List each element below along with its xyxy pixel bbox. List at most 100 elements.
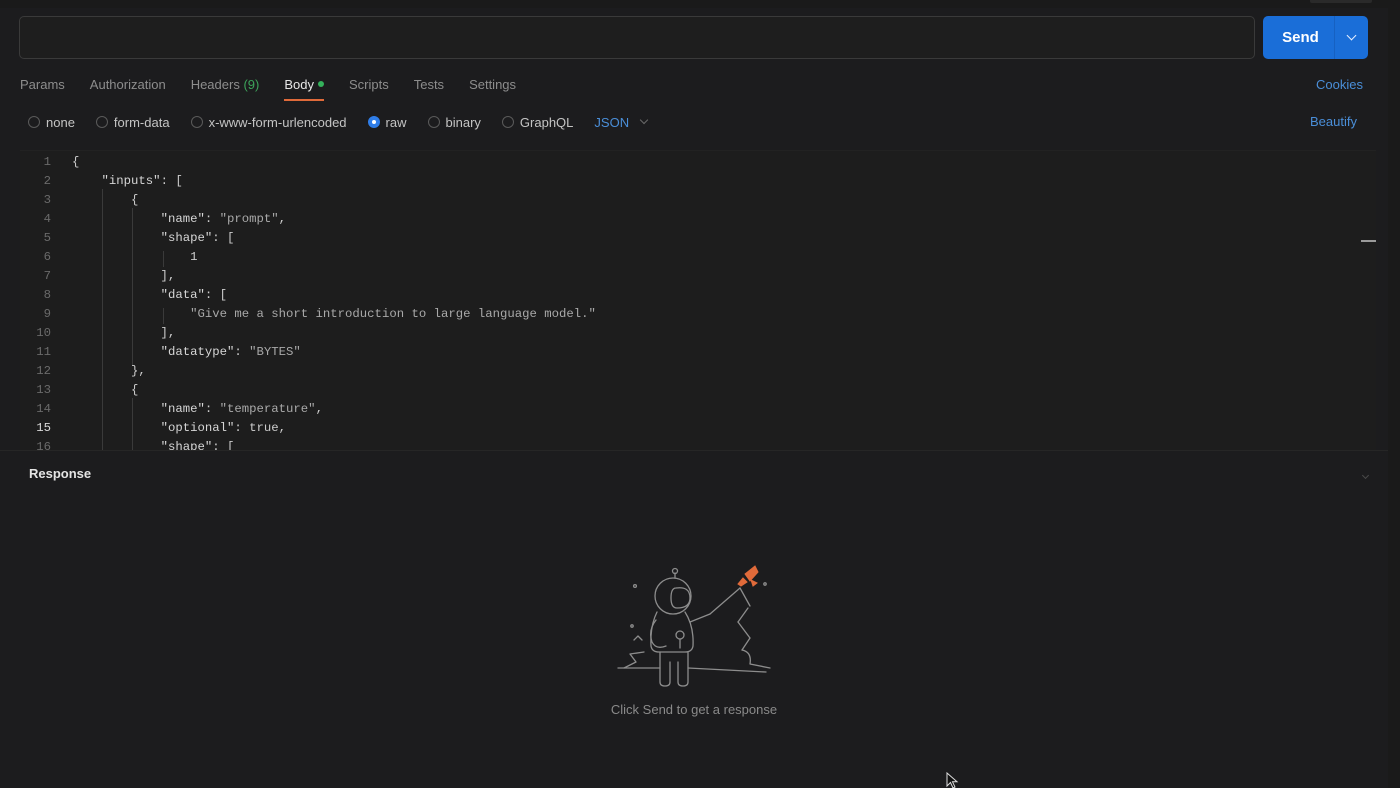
editor-line[interactable]: 14 "name": "temperature", <box>20 400 1376 419</box>
radio-icon <box>95 116 108 128</box>
body-type-label: GraphQL <box>519 114 574 130</box>
editor-line[interactable]: 6 1 <box>20 248 1376 267</box>
body-modified-dot <box>317 81 324 87</box>
tab-label: Params <box>20 77 65 92</box>
body-type-label: form-data <box>113 114 170 130</box>
editor-line[interactable]: 7 ], <box>20 267 1376 286</box>
editor-line[interactable]: 4 "name": "prompt", <box>20 210 1376 229</box>
line-number: 12 <box>36 364 51 378</box>
body-type-label: raw <box>385 114 407 130</box>
send-button-group: Send <box>1263 16 1368 59</box>
code-editor[interactable]: 1{2 "inputs": [3 {4 "name": "prompt", 5 "… <box>20 150 1376 450</box>
editor-scroll-marker[interactable] <box>1361 240 1376 242</box>
url-bar[interactable] <box>19 16 1255 59</box>
editor-line[interactable]: 11 "datatype": "BYTES" <box>20 343 1376 362</box>
headers-count: (9) <box>243 77 260 92</box>
url-input[interactable] <box>20 17 1254 58</box>
editor-line[interactable]: 3 { <box>20 191 1376 210</box>
code-text: "inputs": [ <box>101 174 183 188</box>
code-text: "shape": [ <box>160 231 235 245</box>
code-text: "datatype": "BYTES" <box>160 345 301 359</box>
code-text: { <box>72 155 80 169</box>
tab-headers[interactable]: Headers (9) <box>191 74 260 101</box>
code-text: "Give me a short introduction to large l… <box>190 307 596 321</box>
line-number: 6 <box>43 250 51 264</box>
pane-divider[interactable] <box>0 450 1400 451</box>
line-number: 14 <box>36 402 51 416</box>
editor-line[interactable]: 13 { <box>20 381 1376 400</box>
response-collapse-toggle[interactable] <box>1361 466 1370 481</box>
line-number: 5 <box>43 231 51 245</box>
radio-icon <box>28 116 40 128</box>
window-right-edge <box>1388 0 1400 788</box>
tab-settings[interactable]: Settings <box>469 74 516 101</box>
window-notch <box>1310 0 1372 3</box>
code-text: "optional": true, <box>160 421 287 435</box>
editor-line[interactable]: 15 "optional": true, <box>20 419 1376 438</box>
mouse-pointer-icon <box>946 771 960 788</box>
cookies-link[interactable]: Cookies <box>1316 77 1363 92</box>
code-text: }, <box>72 364 146 378</box>
request-tabs: Params Authorization Headers (9) Body Sc… <box>20 74 541 102</box>
chevron-down-icon <box>1346 30 1357 41</box>
tab-label: Authorization <box>89 77 166 92</box>
tab-scripts[interactable]: Scripts <box>349 74 389 101</box>
editor-line[interactable]: 10 ], <box>20 324 1376 343</box>
editor-line[interactable]: 2 "inputs": [ <box>20 172 1376 191</box>
line-number: 4 <box>43 212 51 226</box>
send-button[interactable]: Send <box>1263 16 1334 59</box>
line-number: 16 <box>36 440 51 450</box>
language-select[interactable]: JSON <box>594 114 649 130</box>
line-number: 8 <box>43 288 51 302</box>
tab-tests[interactable]: Tests <box>414 74 444 101</box>
send-options-dropdown[interactable] <box>1335 16 1368 59</box>
line-number: 15 <box>36 421 51 435</box>
body-type-selector: none form-data x-www-form-urlencoded raw… <box>28 113 649 131</box>
code-text: ], <box>72 326 176 340</box>
body-type-none[interactable]: none <box>28 115 75 130</box>
line-number: 9 <box>43 307 51 321</box>
editor-lines: 1{2 "inputs": [3 {4 "name": "prompt", 5 "… <box>20 153 1376 450</box>
radio-selected-icon <box>367 116 380 128</box>
body-type-graphql[interactable]: GraphQL <box>501 114 574 130</box>
code-text: { <box>72 193 139 207</box>
body-type-label: none <box>46 114 75 130</box>
editor-line[interactable]: 8 "data": [ <box>20 286 1376 305</box>
tab-label: Tests <box>413 77 445 92</box>
body-type-form-data[interactable]: form-data <box>95 114 170 130</box>
tab-authorization[interactable]: Authorization <box>90 74 166 101</box>
line-number: 13 <box>36 383 51 397</box>
tab-label: Body <box>284 77 314 92</box>
editor-line[interactable]: 1{ <box>20 153 1376 172</box>
line-number: 3 <box>43 193 51 207</box>
line-number: 7 <box>43 269 51 283</box>
body-type-raw[interactable]: raw <box>367 114 407 130</box>
response-heading: Response <box>29 466 92 481</box>
line-number: 10 <box>36 326 51 340</box>
editor-line[interactable]: 9 "Give me a short introduction to large… <box>20 305 1376 324</box>
response-empty-text: Click Send to get a response <box>610 702 778 717</box>
line-number: 1 <box>43 155 51 169</box>
editor-line[interactable]: 12 }, <box>20 362 1376 381</box>
line-number: 2 <box>43 174 51 188</box>
tab-params[interactable]: Params <box>20 74 65 101</box>
tab-body[interactable]: Body <box>284 74 324 101</box>
language-label: JSON <box>594 114 630 130</box>
body-type-urlencoded[interactable]: x-www-form-urlencoded <box>190 114 347 130</box>
body-type-label: binary <box>445 114 481 130</box>
code-text: "name": "temperature", <box>160 402 323 416</box>
editor-line[interactable]: 16 "shape": [ <box>20 438 1376 450</box>
tab-label: Headers <box>190 77 240 92</box>
body-type-binary[interactable]: binary <box>427 114 481 130</box>
tab-label: Settings <box>469 77 517 92</box>
radio-icon <box>501 116 514 128</box>
chevron-down-icon <box>1361 471 1370 480</box>
code-text: "shape": [ <box>160 440 235 450</box>
radio-icon <box>427 116 440 128</box>
radio-icon <box>190 116 203 128</box>
body-type-label: x-www-form-urlencoded <box>208 114 347 130</box>
editor-line[interactable]: 5 "shape": [ <box>20 229 1376 248</box>
beautify-link[interactable]: Beautify <box>1310 114 1357 129</box>
code-text: 1 <box>72 250 198 264</box>
code-text: ], <box>72 269 176 283</box>
